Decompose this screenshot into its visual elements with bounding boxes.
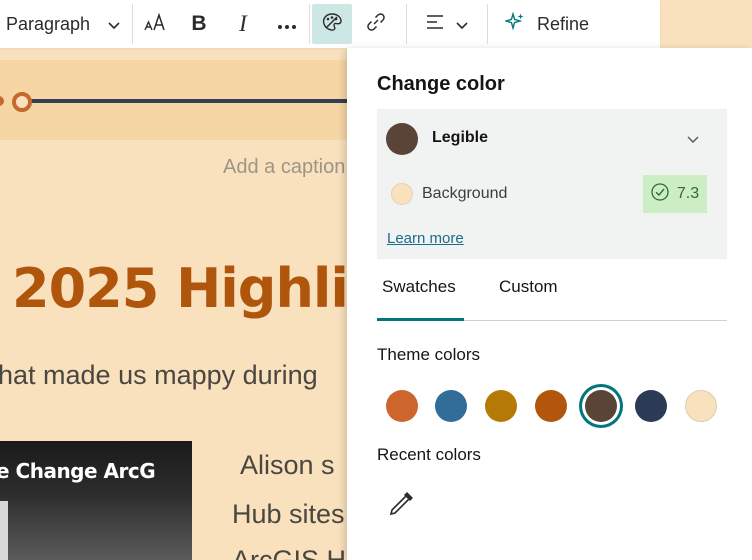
video-frame-edge [0,501,8,560]
paragraph-style-label: Paragraph [6,13,91,34]
contrast-ratio-badge: 7.3 [643,175,707,213]
story-heading[interactable]: 2025 Highli [12,262,349,316]
color-tabs: Swatches Custom [377,271,727,321]
align-left-icon [426,14,444,35]
contrast-checker: Legible Background 7.3 Learn more [377,109,727,259]
theme-swatch-orange[interactable] [386,390,418,422]
refine-button[interactable]: Refine [488,4,606,44]
toolbar-divider [132,4,133,44]
learn-more-link[interactable]: Learn more [387,230,464,247]
recent-colors-heading: Recent colors [377,445,481,464]
bold-button[interactable]: B [179,4,219,44]
theme-swatch-blue[interactable] [435,390,467,422]
eyedropper-icon [388,492,416,521]
more-options-button[interactable] [267,4,307,44]
text-size-button[interactable] [135,4,175,44]
timeline-track [22,99,352,103]
link-button[interactable] [356,4,396,44]
paragraph-style-dropdown[interactable]: Paragraph [0,4,132,44]
toolbar-divider [309,4,310,44]
theme-swatch-navy[interactable] [635,390,667,422]
chevron-down-icon [108,14,120,35]
theme-swatch-rust[interactable] [535,390,567,422]
palette-icon [321,12,343,37]
theme-swatch-gold[interactable] [485,390,517,422]
chevron-down-icon [687,131,699,148]
text-color-button[interactable] [312,4,352,44]
foreground-color-label: Legible [432,129,489,146]
video-thumbnail[interactable]: e Change ArcG [0,441,192,560]
eyedropper-button[interactable] [388,489,416,522]
theme-swatch-brown[interactable] [585,390,617,422]
refine-label: Refine [536,13,590,34]
body-text-line[interactable]: Alison s [240,450,335,481]
link-icon [366,12,386,37]
background-color-swatch [391,183,413,205]
story-subheading[interactable]: hat made us mappy during [0,360,318,391]
text-size-icon [144,12,166,37]
change-color-panel: Change color Legible Background 7.3 Lear… [347,48,752,560]
italic-icon: I [239,11,247,36]
body-text-line[interactable]: ArcGIS H [232,545,346,560]
more-horizontal-icon [277,14,297,35]
alignment-dropdown[interactable] [407,4,487,44]
theme-swatch-cream[interactable] [685,390,717,422]
check-circle-icon [651,182,669,206]
contrast-expand-toggle[interactable] [687,131,699,149]
italic-button[interactable]: I [223,4,263,44]
chevron-down-icon [456,14,468,35]
text-format-toolbar: Paragraph B I Refine [0,0,660,48]
bold-icon: B [191,12,207,35]
sparkle-icon [503,11,525,37]
tab-swatches[interactable]: Swatches [382,277,456,297]
contrast-ratio-value: 7.3 [676,185,700,202]
active-tab-indicator [377,318,464,321]
tab-custom[interactable]: Custom [499,277,558,297]
foreground-color-swatch [386,123,418,155]
panel-title: Change color [377,73,505,95]
video-title-text: e Change ArcG [0,459,156,483]
background-color-label: Background [422,185,508,202]
body-text-line[interactable]: Hub sites [232,499,345,530]
timeline-node-active[interactable] [12,92,32,112]
theme-colors-heading: Theme colors [377,345,480,364]
caption-placeholder[interactable]: Add a caption [223,156,345,179]
